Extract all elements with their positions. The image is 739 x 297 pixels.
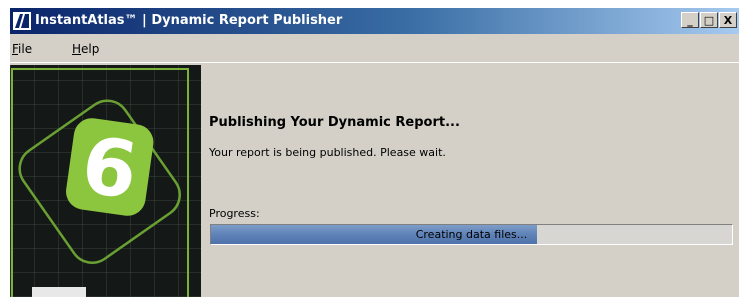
menu-divider [10, 62, 739, 63]
menu-help-accelerator: H [72, 42, 82, 56]
progress-bar: Creating data files... [210, 224, 733, 245]
menu-bar: File Help [10, 34, 739, 63]
window-title: InstantAtlas™ | Dynamic Report Publisher [35, 13, 343, 28]
sidebar-banner: 6 [10, 65, 201, 297]
progress-label: Progress: [209, 207, 260, 220]
version-badge-graphic: 6 [11, 68, 189, 297]
page-title: Publishing Your Dynamic Report... [209, 115, 460, 130]
window-controls: _ □ X [680, 12, 737, 30]
menu-help-label: elp [81, 42, 100, 56]
menu-file-label: ile [18, 42, 33, 56]
close-button[interactable]: X [719, 12, 737, 28]
title-bar[interactable]: InstantAtlas™ | Dynamic Report Publisher… [10, 8, 739, 34]
status-message: Your report is being published. Please w… [209, 146, 446, 159]
publisher-window: InstantAtlas™ | Dynamic Report Publisher… [10, 8, 739, 297]
minimize-button[interactable]: _ [681, 12, 699, 28]
maximize-button[interactable]: □ [700, 12, 718, 28]
instantatlas-logo-icon [13, 12, 31, 30]
progress-status-text: Creating data files... [415, 228, 528, 241]
menu-help[interactable]: Help [72, 42, 99, 56]
menu-file[interactable]: File [12, 42, 32, 56]
sidebar-footer-bar [32, 287, 86, 297]
